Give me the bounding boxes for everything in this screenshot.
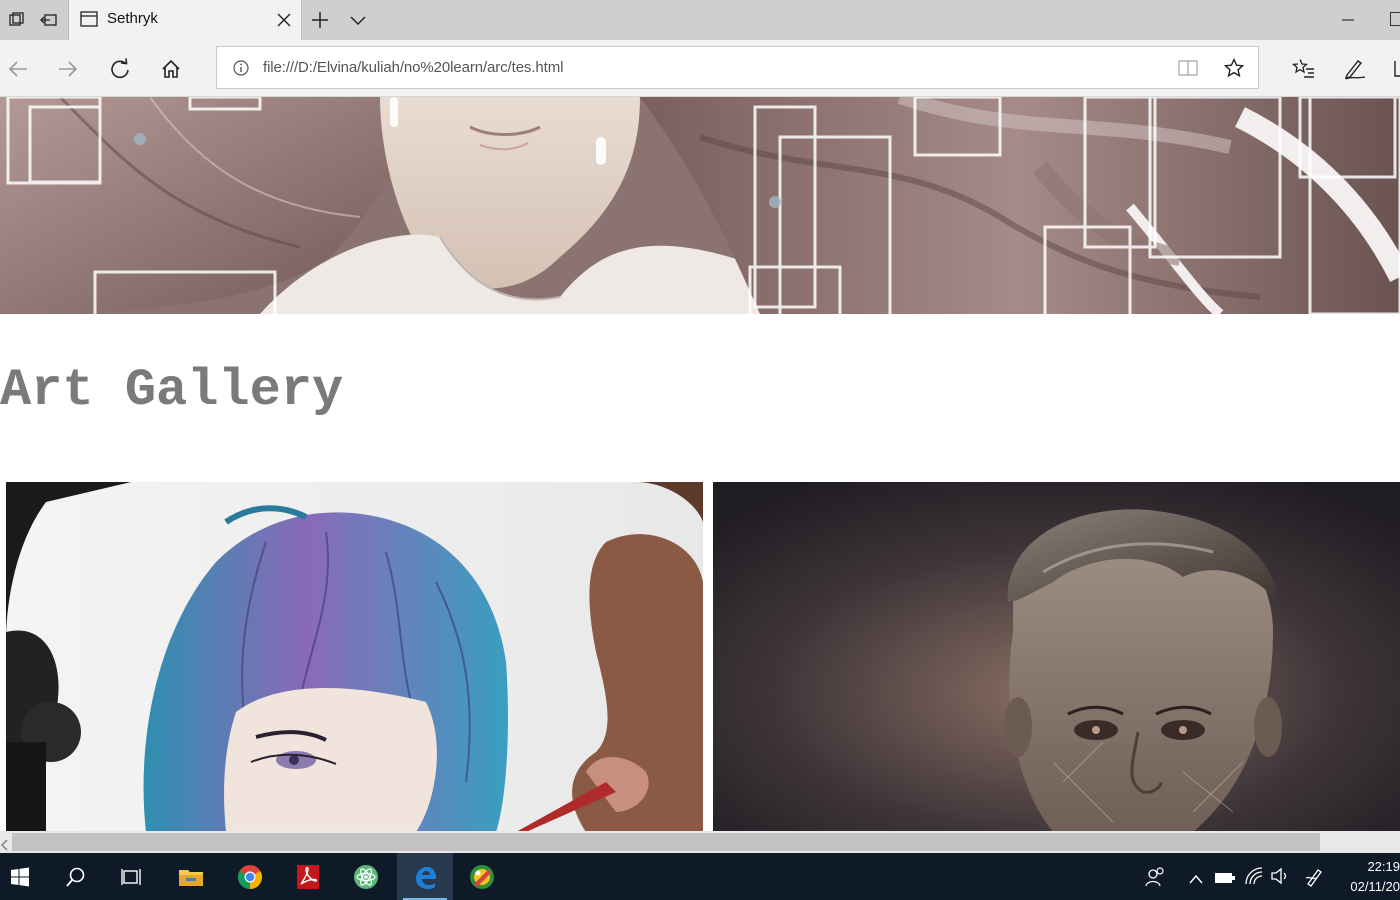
page-title: Art Gallery [0,361,344,420]
browser-window: Sethryk file:///D:/Elvina/kuliah/no%20le… [0,0,1400,900]
url-text[interactable]: file:///D:/Elvina/kuliah/no%20learn/arc/… [263,59,563,76]
wifi-icon[interactable] [1244,866,1264,890]
forward-arrow-icon[interactable] [55,56,81,82]
pen-icon[interactable] [1343,58,1367,84]
refresh-icon[interactable] [107,56,133,82]
share-icon[interactable] [1394,60,1400,82]
set-aside-tabs-icon[interactable] [0,0,34,40]
chevron-down-icon[interactable] [349,12,367,31]
artwork-blue-haired-boy [6,482,703,831]
reading-view-icon[interactable] [1178,59,1198,81]
navigation-bar: file:///D:/Elvina/kuliah/no%20learn/arc/… [0,40,1400,97]
system-clock[interactable]: 22:19 02/11/20 [1334,857,1400,897]
home-icon[interactable] [158,56,184,82]
pen-workspace-icon[interactable] [1304,866,1324,892]
address-bar[interactable]: file:///D:/Elvina/kuliah/no%20learn/arc/… [216,46,1259,89]
battery-icon[interactable] [1214,870,1236,889]
atom-icon[interactable] [338,853,394,900]
chrome-icon[interactable] [222,853,278,900]
clock-date: 02/11/20 [1350,879,1400,894]
paint-app-icon[interactable] [454,853,510,900]
restore-tabs-icon[interactable] [32,0,66,40]
acrobat-icon[interactable] [280,853,336,900]
banner-image [0,97,1400,314]
tab-bar: Sethryk [0,0,1400,40]
maximize-icon[interactable] [1390,12,1400,26]
web-page: Art Gallery [0,97,1400,831]
show-hidden-icon[interactable] [1188,870,1204,889]
star-icon[interactable] [1223,57,1245,82]
tab-title: Sethryk [107,10,158,27]
people-icon[interactable] [1144,866,1166,892]
windows-start-icon[interactable] [0,853,48,900]
file-explorer-icon[interactable] [163,853,219,900]
back-arrow-icon[interactable] [5,56,31,82]
plus-icon[interactable] [310,10,330,34]
artwork-dark-portrait [713,482,1400,831]
volume-icon[interactable] [1270,866,1290,890]
clock-time: 22:19 [1367,859,1400,874]
minimize-icon[interactable] [1340,10,1356,26]
edge-icon[interactable] [397,853,453,900]
scrollbar-thumb[interactable] [12,833,1320,851]
taskbar: 22:19 02/11/20 [0,853,1400,900]
info-icon[interactable] [233,60,249,80]
tab-sethryk[interactable]: Sethryk [68,0,302,40]
search-icon[interactable] [48,853,104,900]
close-icon[interactable] [277,12,291,31]
tab-page-icon [80,11,98,31]
favorites-hub-icon[interactable] [1291,58,1316,84]
task-view-icon[interactable] [104,853,160,900]
horizontal-scrollbar[interactable] [0,831,1400,853]
